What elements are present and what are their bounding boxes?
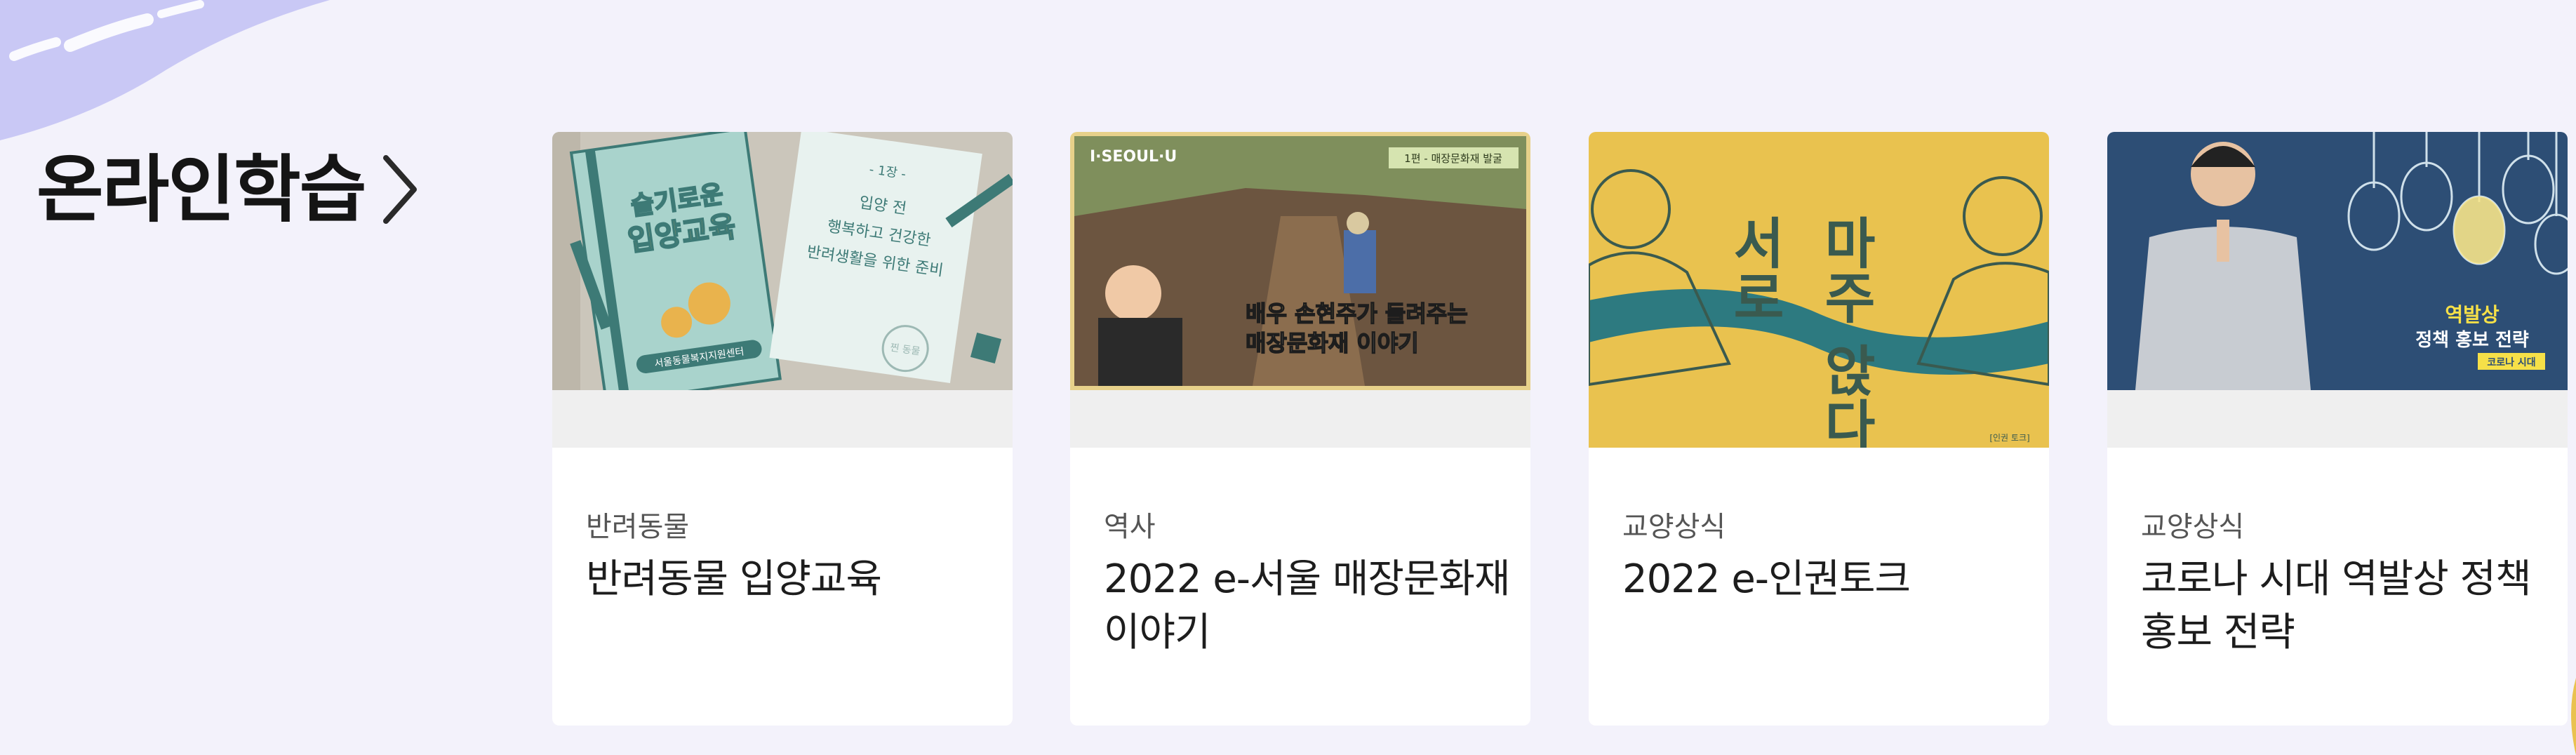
course-category: 반려동물 — [586, 511, 690, 543]
course-title: 코로나 시대 역발상 정책 홍보 전략 — [2141, 556, 2532, 655]
thumb-text-1: 역발상 — [2445, 303, 2500, 326]
thumb-text-4: [인권 토크] — [1989, 433, 2029, 443]
thumbnail-frame: I·SEOUL·U 1편 - 매장문화재 발굴 배우 손현주가 들려주는 매장문… — [1070, 132, 1530, 448]
thumb-text-2: 1편 - 매장문화재 발굴 — [1404, 152, 1502, 165]
course-category: 역사 — [1104, 511, 1156, 543]
thumbnail-frame: 서로 마주 앉다 [인권 토크] — [1589, 132, 2049, 448]
thumb-text-1: I·SEOUL·U — [1090, 148, 1177, 166]
course-title: 2022 e-서울 매장문화재 이야기 — [1104, 556, 1510, 655]
course-card[interactable]: I·SEOUL·U 1편 - 매장문화재 발굴 배우 손현주가 들려주는 매장문… — [1070, 132, 1530, 726]
course-card[interactable]: 슬기로운 입양교육 서울동물복지지원센터 - 1장 - 입양 전 행복하고 건강… — [552, 132, 1013, 726]
course-thumbnail: 슬기로운 입양교육 서울동물복지지원센터 - 1장 - 입양 전 행복하고 건강… — [552, 132, 1013, 390]
course-thumbnail: I·SEOUL·U 1편 - 매장문화재 발굴 배우 손현주가 들려주는 매장문… — [1070, 132, 1530, 390]
thumb-text-4: 매장문화재 이야기 — [1246, 330, 1419, 356]
section-title-link[interactable]: 온라인학습 — [36, 144, 422, 235]
course-category: 교양상식 — [2141, 511, 2245, 543]
thumb-text-2: 정책 홍보 전략 — [2415, 330, 2529, 351]
thumb-text-3: 배우 손현주가 들려주는 — [1246, 300, 1468, 327]
course-thumbnail: 서로 마주 앉다 [인권 토크] — [1589, 132, 2049, 448]
chevron-right-icon — [383, 155, 418, 224]
thumbnail-frame: 역발상 정책 홍보 전략 코로나 시대 — [2107, 132, 2568, 448]
thumb-text-3: 앉다 — [1814, 342, 1878, 448]
course-card[interactable]: 역발상 정책 홍보 전략 코로나 시대 교양상식 코로나 시대 역발상 정책 홍… — [2107, 132, 2568, 726]
thumbnail-frame: 슬기로운 입양교육 서울동물복지지원센터 - 1장 - 입양 전 행복하고 건강… — [552, 132, 1013, 448]
thumb-text-3: 코로나 시대 — [2487, 357, 2535, 368]
course-thumbnail: 역발상 정책 홍보 전략 코로나 시대 — [2107, 132, 2568, 390]
corner-decoration — [2571, 678, 2576, 755]
section-title: 온라인학습 — [36, 147, 366, 232]
background-decoration — [0, 0, 330, 140]
course-category: 교양상식 — [1622, 511, 1726, 543]
course-card[interactable]: 서로 마주 앉다 [인권 토크] 교양상식 2022 e-인권토크 — [1589, 132, 2049, 726]
course-title: 2022 e-인권토크 — [1622, 556, 1911, 602]
course-title: 반려동물 입양교육 — [586, 556, 882, 602]
thumb-text-1: 서로 — [1723, 215, 1787, 324]
thumb-text-2: 마주 — [1814, 215, 1878, 324]
